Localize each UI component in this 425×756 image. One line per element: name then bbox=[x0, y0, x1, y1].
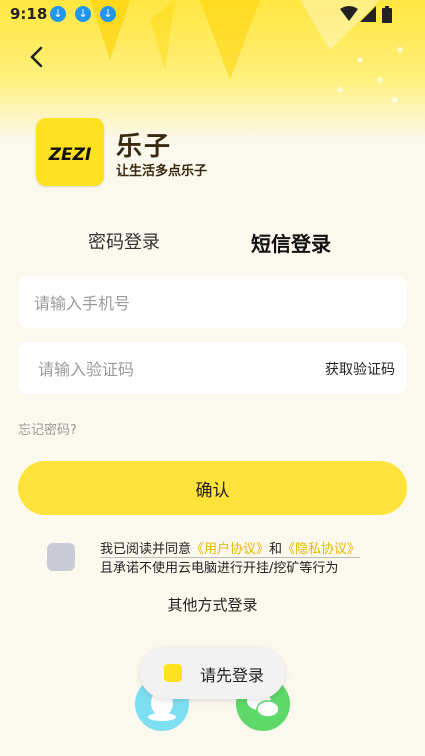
battery-icon bbox=[382, 6, 392, 23]
back-arrow-icon[interactable] bbox=[22, 42, 52, 72]
wifi-icon bbox=[340, 6, 358, 21]
agreement-line-2: 且承诺不使用云电脑进行开挂/挖矿等行为 bbox=[100, 561, 339, 576]
agreement-text: 我已阅读并同意《用户协议》和《隐私协议》 且承诺不使用云电脑进行开挂/挖矿等行为 bbox=[100, 540, 400, 578]
user-agreement-link[interactable]: 《用户协议》 bbox=[191, 542, 269, 557]
agreement-and: 和 bbox=[269, 542, 283, 557]
confirm-button[interactable]: 确认 bbox=[18, 461, 407, 515]
signal-icon bbox=[360, 6, 376, 22]
tab-password-login[interactable]: 密码登录 bbox=[88, 228, 160, 254]
code-input[interactable] bbox=[36, 342, 320, 396]
download-icon: ↓ bbox=[75, 6, 91, 22]
forgot-password-link[interactable]: 忘记密码? bbox=[18, 419, 77, 438]
privacy-agreement-link[interactable]: 《隐私协议》 bbox=[282, 542, 360, 557]
svg-text:ZEZI: ZEZI bbox=[48, 145, 92, 165]
other-login-label: 其他方式登录 bbox=[167, 596, 258, 614]
phone-field bbox=[18, 276, 407, 330]
code-field: 获取验证码 bbox=[18, 342, 407, 396]
brand-name: 乐子 bbox=[116, 132, 173, 162]
status-bar: 9:18 ↓ ↓ ↓ bbox=[0, 0, 425, 28]
app-logo-icon bbox=[164, 664, 182, 682]
brand-slogan: 让生活多点乐子 bbox=[116, 164, 208, 179]
get-code-button[interactable]: 获取验证码 bbox=[325, 359, 395, 379]
app-logo: ZEZI bbox=[36, 118, 104, 186]
download-icon: ↓ bbox=[100, 6, 116, 22]
toast-text: 请先登录 bbox=[200, 666, 265, 685]
status-time: 9:18 bbox=[10, 5, 48, 23]
phone-input[interactable] bbox=[32, 276, 316, 330]
agreement-checkbox[interactable] bbox=[47, 543, 75, 571]
agreement-line-1: 我已阅读并同意《用户协议》和《隐私协议》 bbox=[100, 542, 361, 558]
toast-message: 请先登录 bbox=[140, 647, 285, 699]
download-icon: ↓ bbox=[50, 6, 66, 22]
agreement-prefix: 我已阅读并同意 bbox=[100, 542, 192, 557]
tab-sms-login[interactable]: 短信登录 bbox=[251, 228, 331, 257]
